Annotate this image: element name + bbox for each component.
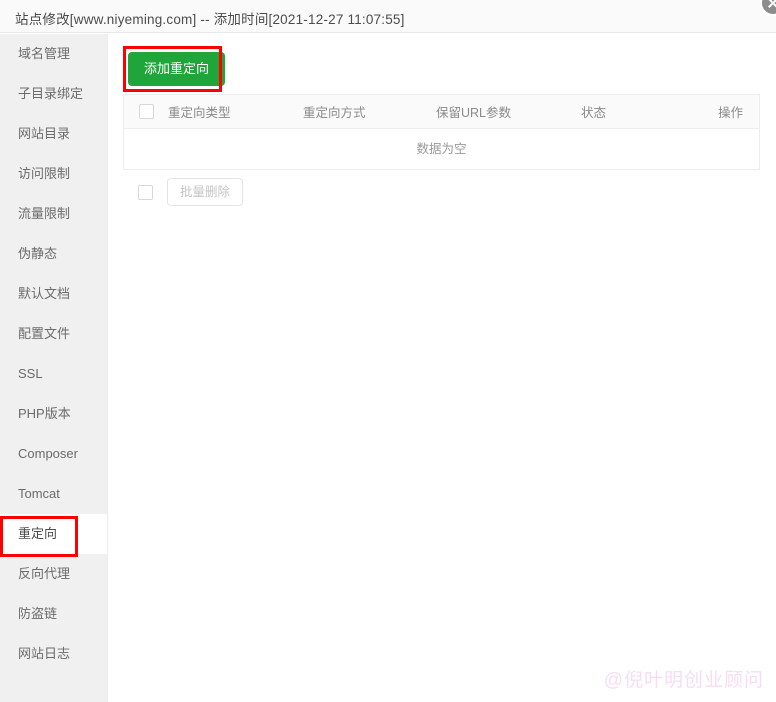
sidebar-item-label: 域名管理 <box>18 46 70 61</box>
select-all-checkbox[interactable] <box>139 104 154 119</box>
sidebar-item-access-limit[interactable]: 访问限制 <box>0 154 107 194</box>
sidebar-item-traffic-limit[interactable]: 流量限制 <box>0 194 107 234</box>
select-all-cell <box>124 104 168 119</box>
sidebar-item-pseudo-static[interactable]: 伪静态 <box>0 234 107 274</box>
page-title: 站点修改[www.niyeming.com] -- 添加时间[2021-12-2… <box>15 8 405 28</box>
sidebar-item-label: Tomcat <box>18 486 60 501</box>
sidebar-item-label: 子目录绑定 <box>18 86 83 101</box>
sidebar-item-anti-leech[interactable]: 防盗链 <box>0 594 107 634</box>
sidebar-item-domain-manage[interactable]: 域名管理 <box>0 34 107 74</box>
sidebar-item-subdir-bind[interactable]: 子目录绑定 <box>0 74 107 114</box>
sidebar-item-label: 防盗链 <box>18 606 57 621</box>
sidebar-item-label: PHP版本 <box>18 406 71 421</box>
sidebar-item-label: 网站目录 <box>18 126 70 141</box>
sidebar-item-ssl[interactable]: SSL <box>0 354 107 394</box>
add-redirect-button[interactable]: 添加重定向 <box>128 52 225 86</box>
sidebar-item-site-dir[interactable]: 网站目录 <box>0 114 107 154</box>
sidebar-item-label: 网站日志 <box>18 646 70 661</box>
table-header-row: 重定向类型 重定向方式 保留URL参数 状态 操作 <box>124 95 759 129</box>
sidebar-item-label: 伪静态 <box>18 246 57 261</box>
sidebar-item-label: Composer <box>18 446 78 461</box>
sidebar-item-label: 反向代理 <box>18 566 70 581</box>
batch-delete-button[interactable]: 批量删除 <box>167 178 243 206</box>
sidebar-item-label: 重定向 <box>18 526 57 541</box>
sidebar-item-default-document[interactable]: 默认文档 <box>0 274 107 314</box>
sidebar-item-php-version[interactable]: PHP版本 <box>0 394 107 434</box>
sidebar-item-reverse-proxy[interactable]: 反向代理 <box>0 554 107 594</box>
sidebar-item-label: 流量限制 <box>18 206 70 221</box>
sidebar-item-composer[interactable]: Composer <box>0 434 107 474</box>
watermark: @倪叶明创业顾问 <box>604 665 764 692</box>
column-header-actions: 操作 <box>718 102 759 121</box>
content-panel: 添加重定向 重定向类型 重定向方式 保留URL参数 状态 操作 数据为空 批量删… <box>109 34 776 702</box>
site-edit-window: 站点修改[www.niyeming.com] -- 添加时间[2021-12-2… <box>0 0 776 702</box>
table-empty-message: 数据为空 <box>124 129 759 169</box>
sidebar-item-tomcat[interactable]: Tomcat <box>0 474 107 514</box>
column-header-status: 状态 <box>581 102 718 121</box>
sidebar-item-site-log[interactable]: 网站日志 <box>0 634 107 674</box>
sidebar-item-label: 访问限制 <box>18 166 70 181</box>
sidebar-item-label: 默认文档 <box>18 286 70 301</box>
column-header-redirect-type: 重定向类型 <box>168 102 303 121</box>
sidebar: 域名管理 子目录绑定 网站目录 访问限制 流量限制 伪静态 默认文档 配置文件 … <box>0 34 108 702</box>
sidebar-item-label: SSL <box>18 366 43 381</box>
footer-select-all-checkbox[interactable] <box>138 185 153 200</box>
footer-select-all-cell <box>123 185 167 200</box>
column-header-redirect-mode: 重定向方式 <box>303 102 436 121</box>
window-titlebar: 站点修改[www.niyeming.com] -- 添加时间[2021-12-2… <box>0 0 776 33</box>
sidebar-item-redirect[interactable]: 重定向 <box>0 514 107 554</box>
table-footer-bar: 批量删除 <box>123 170 760 214</box>
column-header-keep-url-params: 保留URL参数 <box>436 102 581 121</box>
sidebar-item-label: 配置文件 <box>18 326 70 341</box>
sidebar-item-config-file[interactable]: 配置文件 <box>0 314 107 354</box>
redirect-table: 重定向类型 重定向方式 保留URL参数 状态 操作 数据为空 <box>123 94 760 170</box>
